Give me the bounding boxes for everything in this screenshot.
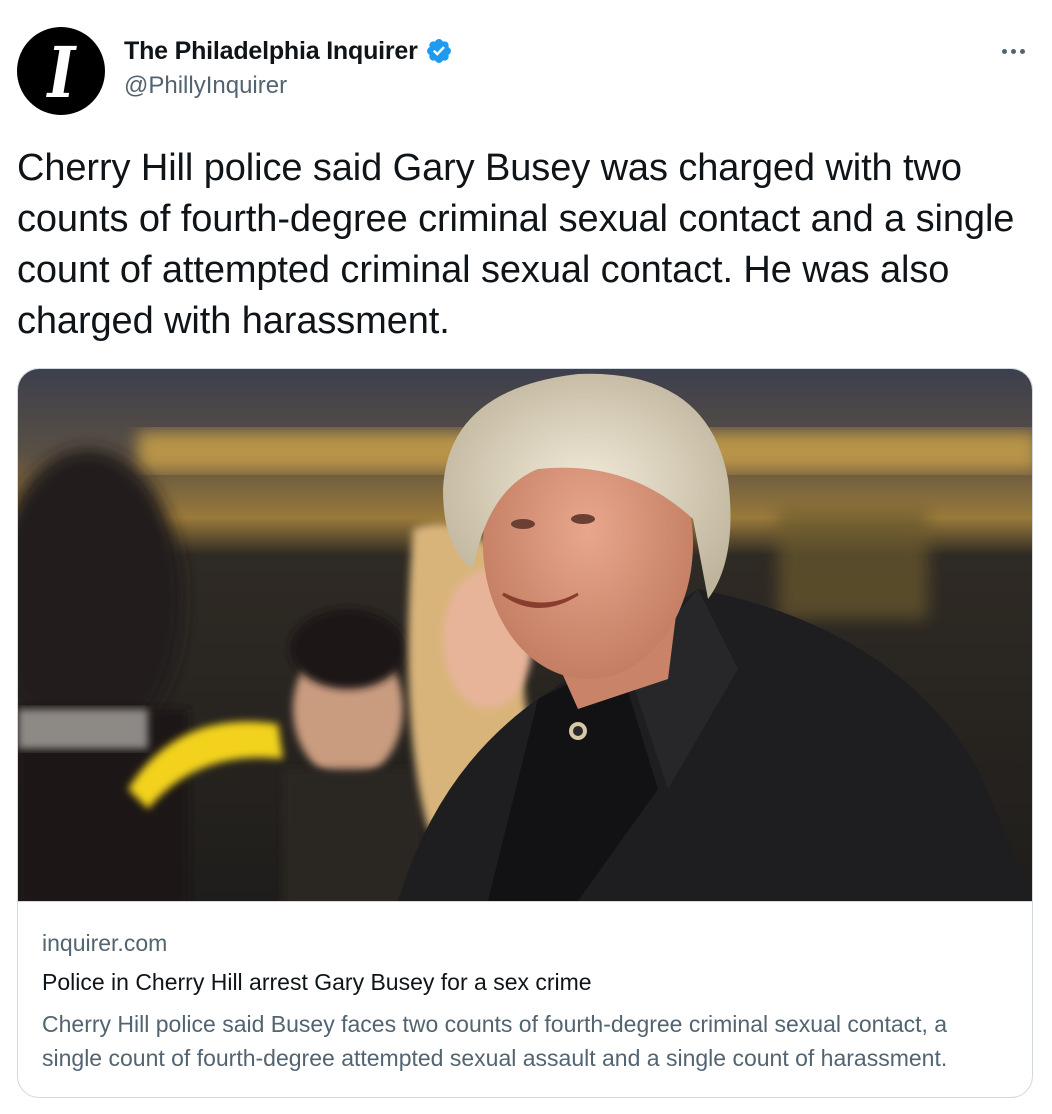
avatar[interactable]: I: [17, 27, 105, 115]
photo-of-gary-busey: [18, 369, 1032, 901]
card-domain: inquirer.com: [42, 930, 168, 956]
avatar-logo-letter: I: [47, 31, 75, 114]
more-horizontal-icon: [1019, 48, 1025, 54]
account-handle[interactable]: @PhillyInquirer: [124, 72, 287, 100]
account-name-row: The Philadelphia Inquirer: [124, 34, 453, 68]
more-horizontal-icon: [1010, 48, 1016, 54]
more-options-button[interactable]: [996, 36, 1030, 66]
card-description: Cherry Hill police said Busey faces two …: [42, 1011, 948, 1071]
more-horizontal-icon: [1001, 48, 1007, 54]
tweet: I The Philadelphia Inquirer @PhillyInqui…: [0, 0, 1052, 1114]
display-name[interactable]: The Philadelphia Inquirer: [124, 37, 418, 66]
link-preview-card[interactable]: inquirer.com Police in Cherry Hill arres…: [17, 368, 1033, 1098]
card-image[interactable]: [18, 369, 1032, 902]
card-meta: inquirer.com Police in Cherry Hill arres…: [42, 927, 1008, 1075]
tweet-text: Cherry Hill police said Gary Busey was c…: [17, 147, 1015, 342]
verified-badge-icon: [426, 39, 451, 63]
card-title[interactable]: Police in Cherry Hill arrest Gary Busey …: [42, 967, 1008, 997]
